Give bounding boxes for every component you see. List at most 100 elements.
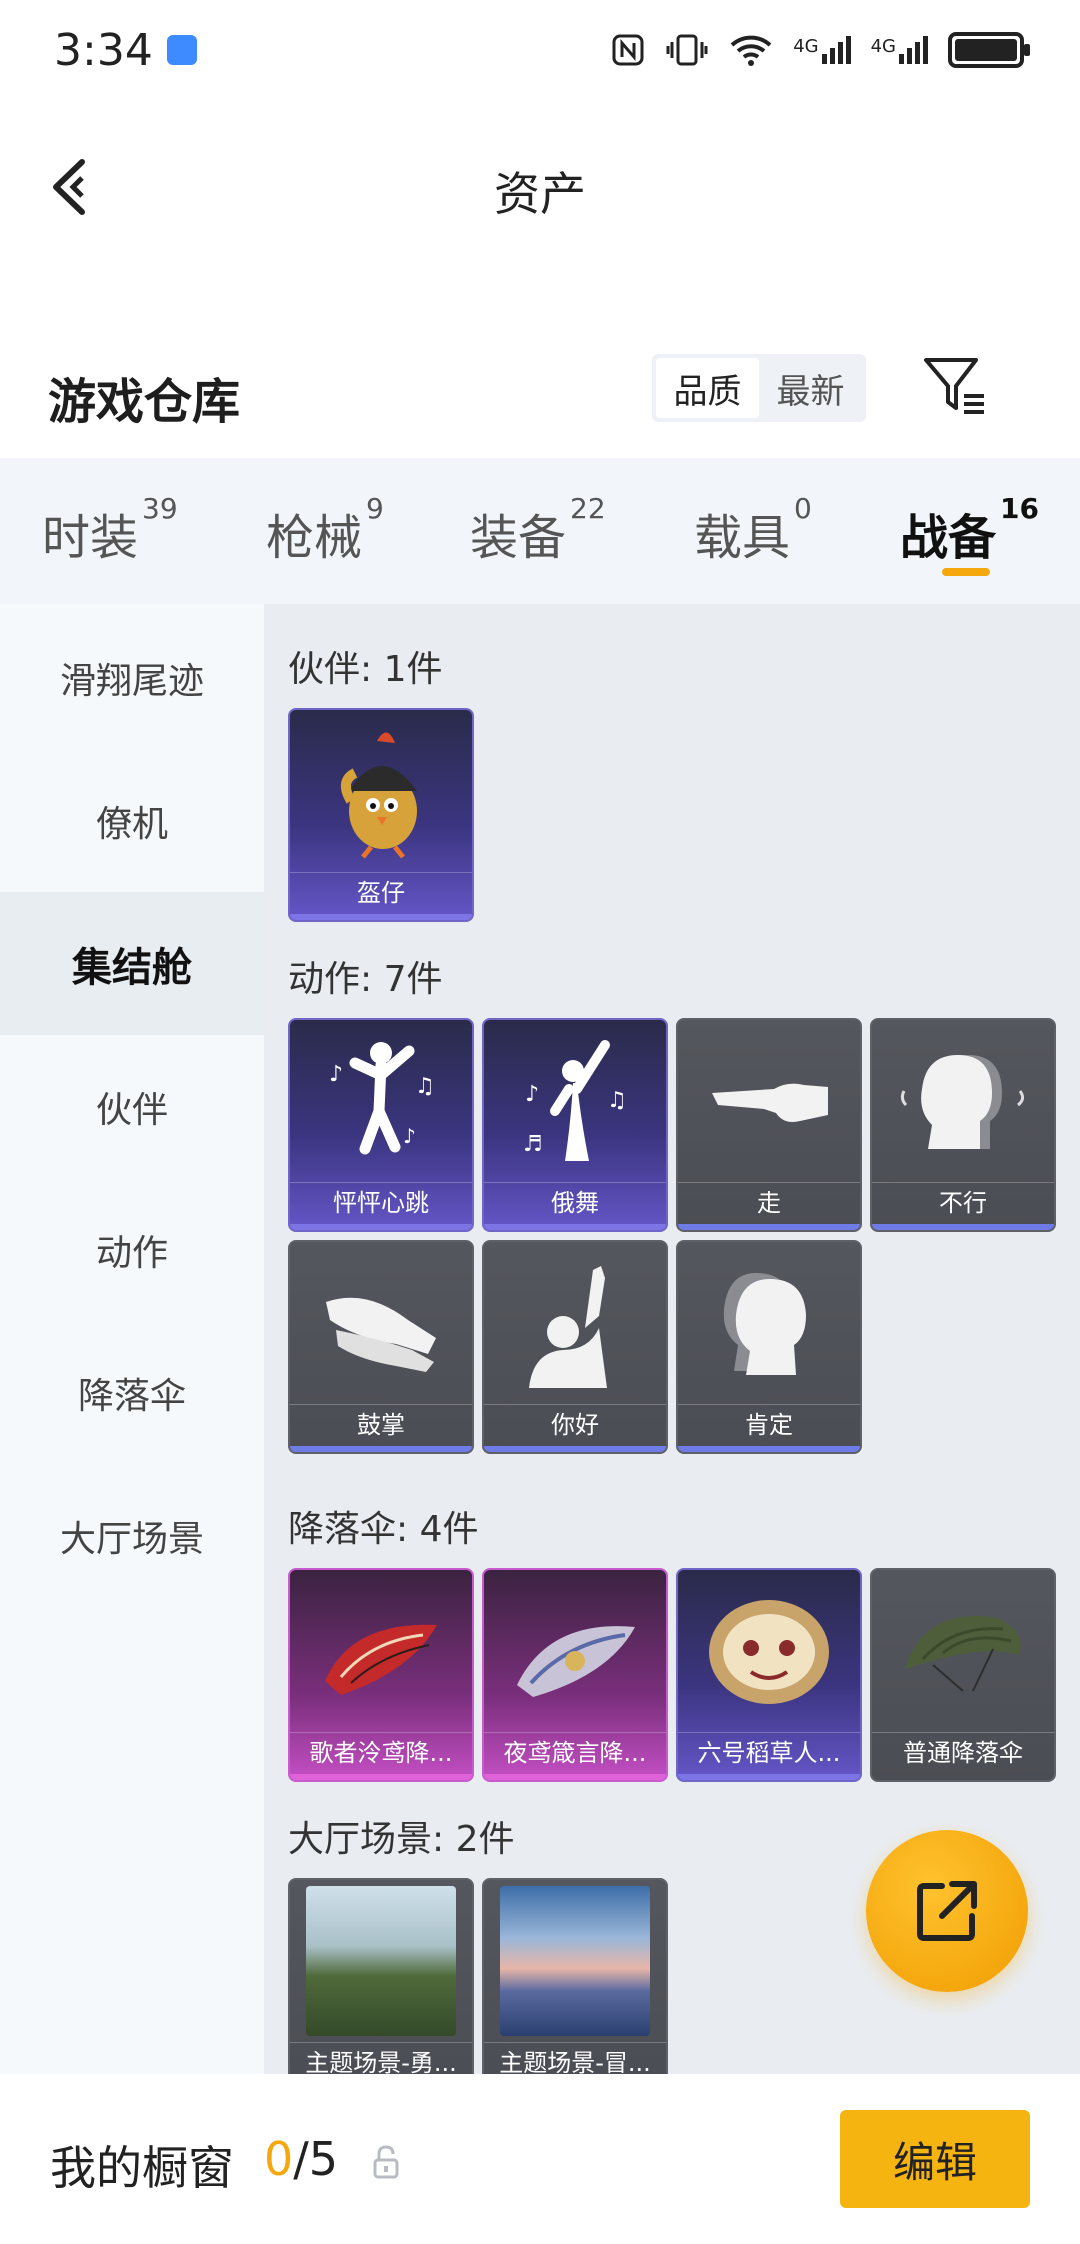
showcase-total: /5 (293, 2132, 339, 2186)
showcase-count: 0/5 (264, 2132, 338, 2186)
tab-count: 22 (570, 492, 606, 525)
signal-2-icon: 4G (871, 36, 928, 64)
item-art: ♪ ♫ ♪ (290, 1020, 472, 1182)
item-name: 你好 (484, 1404, 666, 1444)
svg-text:♪: ♪ (525, 1082, 539, 1107)
share-button[interactable] (866, 1830, 1028, 1992)
tab-count: 16 (1000, 492, 1039, 525)
item-card[interactable]: ♪ ♫ ♬ 俄舞 (482, 1018, 668, 1232)
item-card[interactable]: 主题场景-冒... (482, 1878, 668, 2074)
item-card[interactable]: 歌者泠鸢降... (288, 1568, 474, 1782)
item-card[interactable]: 主题场景-勇... (288, 1878, 474, 2074)
edit-button[interactable]: 编辑 (840, 2110, 1030, 2208)
warehouse-title: 游戏仓库 (48, 374, 241, 430)
item-card[interactable]: 盔仔 (288, 708, 474, 922)
rarity-bar (484, 1446, 666, 1452)
nfc-icon (612, 34, 644, 66)
item-art (678, 1242, 860, 1404)
sort-newest-button[interactable]: 最新 (759, 358, 862, 418)
tab-equipment[interactable]: 装备22 (470, 492, 606, 568)
item-name: 主题场景-冒... (484, 2042, 666, 2074)
chick-companion-icon (340, 732, 417, 859)
network-label-2: 4G (870, 36, 896, 57)
item-card[interactable]: 夜鸢箴言降... (482, 1568, 668, 1782)
rarity-bar (290, 1224, 472, 1230)
section-title-companion: 伙伴: 1件 (288, 649, 443, 690)
page-title: 资产 (494, 167, 586, 221)
rarity-bar (290, 914, 472, 920)
tab-count: 39 (142, 492, 178, 525)
item-card[interactable]: 六号稻草人... (676, 1568, 862, 1782)
item-art (290, 1880, 472, 2042)
sim-icon (166, 35, 197, 65)
showcase-bar: 我的橱窗 0/5 编辑 (0, 2074, 1080, 2244)
rarity-bar (678, 1224, 860, 1230)
rarity-bar (678, 1446, 860, 1452)
category-tabs: 时装39 枪械9 装备22 载具0 战备16 (0, 458, 1080, 604)
side-item-parachute[interactable]: 降落伞 (0, 1321, 264, 1464)
filter-icon (924, 358, 984, 414)
nodding-head-icon (723, 1273, 806, 1375)
side-item-glide-trail[interactable]: 滑翔尾迹 (0, 606, 264, 749)
sort-quality-button[interactable]: 品质 (656, 358, 759, 418)
item-card[interactable]: 走 (676, 1018, 862, 1232)
item-name: 怦怦心跳 (290, 1182, 472, 1222)
sunset-sea-scene-image (500, 1886, 650, 2036)
status-time: 3:34 (54, 25, 197, 76)
filter-button[interactable] (920, 352, 988, 420)
signal-1-icon: 4G (793, 36, 851, 64)
mountain-scene-image (306, 1886, 456, 2036)
warehouse-header: 游戏仓库 品质 最新 (0, 340, 1080, 450)
tab-vehicles[interactable]: 载具0 (694, 492, 812, 568)
item-art (678, 1020, 860, 1182)
tab-fashion[interactable]: 时装39 (42, 492, 178, 568)
battery-icon (948, 32, 1030, 68)
item-art (484, 1570, 666, 1732)
item-art: ♪ ♫ ♬ (484, 1020, 666, 1182)
item-name: 普通降落伞 (872, 1732, 1054, 1772)
rarity-bar (290, 1446, 472, 1452)
item-name: 不行 (872, 1182, 1054, 1222)
item-art (678, 1570, 860, 1732)
item-art (872, 1570, 1054, 1732)
svg-text:♬: ♬ (523, 1132, 543, 1157)
item-card[interactable]: 你好 (482, 1240, 668, 1454)
item-art (290, 710, 472, 872)
item-name: 夜鸢箴言降... (484, 1732, 666, 1772)
item-card[interactable]: 普通降落伞 (870, 1568, 1056, 1782)
side-item-wingman[interactable]: 僚机 (0, 749, 264, 892)
item-name: 肯定 (678, 1404, 860, 1444)
item-card[interactable]: ♪ ♫ ♪ 怦怦心跳 (288, 1018, 474, 1232)
dancer-icon: ♪ ♫ ♪ (329, 1042, 435, 1155)
side-item-assembly-pod[interactable]: 集结舱 (0, 892, 264, 1035)
side-item-lobby-scene[interactable]: 大厅场景 (0, 1464, 264, 1607)
tab-label: 枪械 (266, 510, 363, 566)
item-name: 盔仔 (290, 872, 472, 912)
side-item-companion[interactable]: 伙伴 (0, 1035, 264, 1178)
tab-label: 时装 (42, 510, 139, 566)
side-item-emote[interactable]: 动作 (0, 1178, 264, 1321)
item-art (484, 1880, 666, 2042)
rarity-bar (872, 1224, 1054, 1230)
tab-guns[interactable]: 枪械9 (266, 492, 384, 568)
item-card[interactable]: 肯定 (676, 1240, 862, 1454)
tab-battle-gear[interactable]: 战备16 (900, 492, 1039, 568)
item-card[interactable]: 鼓掌 (288, 1240, 474, 1454)
item-art (290, 1570, 472, 1732)
rarity-bar (484, 1774, 666, 1780)
rarity-bar (484, 1224, 666, 1230)
item-name: 歌者泠鸢降... (290, 1732, 472, 1772)
rarity-bar (678, 1774, 860, 1780)
item-card[interactable]: 不行 (870, 1018, 1056, 1232)
section-title-lobby-scene: 大厅场景: 2件 (288, 1819, 515, 1860)
active-tab-indicator (942, 568, 990, 576)
svg-text:♪: ♪ (403, 1124, 416, 1148)
scarecrow-parachute-icon (709, 1600, 829, 1704)
item-name: 俄舞 (484, 1182, 666, 1222)
svg-text:♫: ♫ (415, 1074, 435, 1099)
svg-text:♫: ♫ (607, 1088, 627, 1113)
lock-icon (373, 2145, 399, 2179)
item-name: 主题场景-勇... (290, 2042, 472, 2074)
tab-count: 9 (366, 492, 384, 525)
status-icons: 4G 4G (611, 32, 1030, 68)
